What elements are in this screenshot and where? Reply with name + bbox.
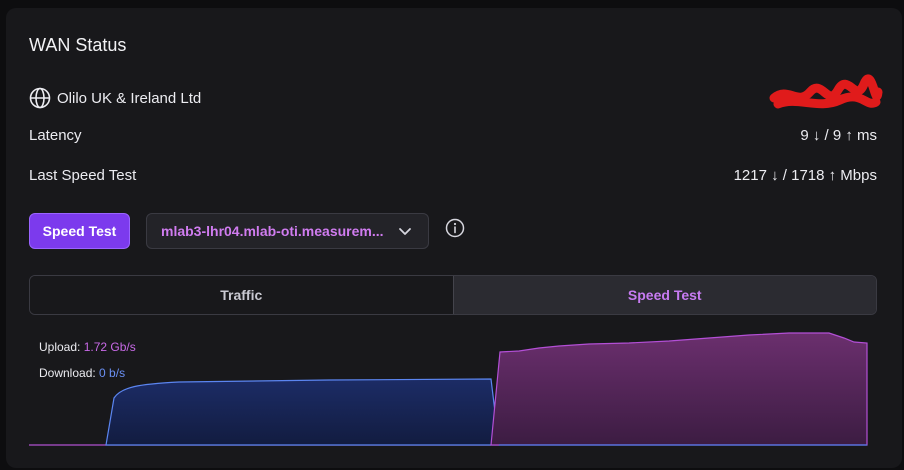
download-legend-label: Download: [39, 366, 96, 380]
card-title: WAN Status [29, 35, 127, 55]
server-select[interactable]: mlab3-lhr04.mlab-oti.measurem... [146, 213, 429, 249]
redacted-scribble [769, 74, 883, 109]
latency-value: 9 ↓ / 9 ↑ ms [800, 127, 877, 144]
last-speed-test-value: 1217 ↓ / 1718 ↑ Mbps [733, 167, 877, 184]
isp-name: Olilo UK & Ireland Ltd [57, 89, 202, 107]
tab-speed-test[interactable]: Speed Test [452, 276, 876, 314]
server-select-value: mlab3-lhr04.mlab-oti.measurem... [161, 223, 384, 239]
wan-status-card: WAN Status Olilo UK & Ireland Ltd Latenc… [6, 8, 902, 468]
globe-icon [29, 87, 51, 109]
chevron-down-icon [399, 228, 411, 235]
download-legend: Download: 0 b/s [39, 366, 125, 380]
isp-row: Olilo UK & Ireland Ltd [29, 87, 201, 109]
last-speed-test-label: Last Speed Test [29, 167, 137, 184]
chart-tabs: Traffic Speed Test [29, 275, 877, 315]
speed-test-button[interactable]: Speed Test [29, 213, 130, 249]
tab-traffic[interactable]: Traffic [30, 276, 453, 314]
upload-legend-value: 1.72 Gb/s [83, 340, 136, 354]
upload-series-area [490, 332, 868, 446]
download-legend-value: 0 b/s [99, 366, 126, 380]
download-series-area [105, 378, 500, 446]
upload-legend: Upload: 1.72 Gb/s [39, 340, 136, 354]
latency-label: Latency [29, 127, 82, 144]
speed-test-chart [29, 332, 868, 446]
info-icon[interactable] [445, 218, 465, 238]
upload-legend-label: Upload: [39, 340, 81, 354]
